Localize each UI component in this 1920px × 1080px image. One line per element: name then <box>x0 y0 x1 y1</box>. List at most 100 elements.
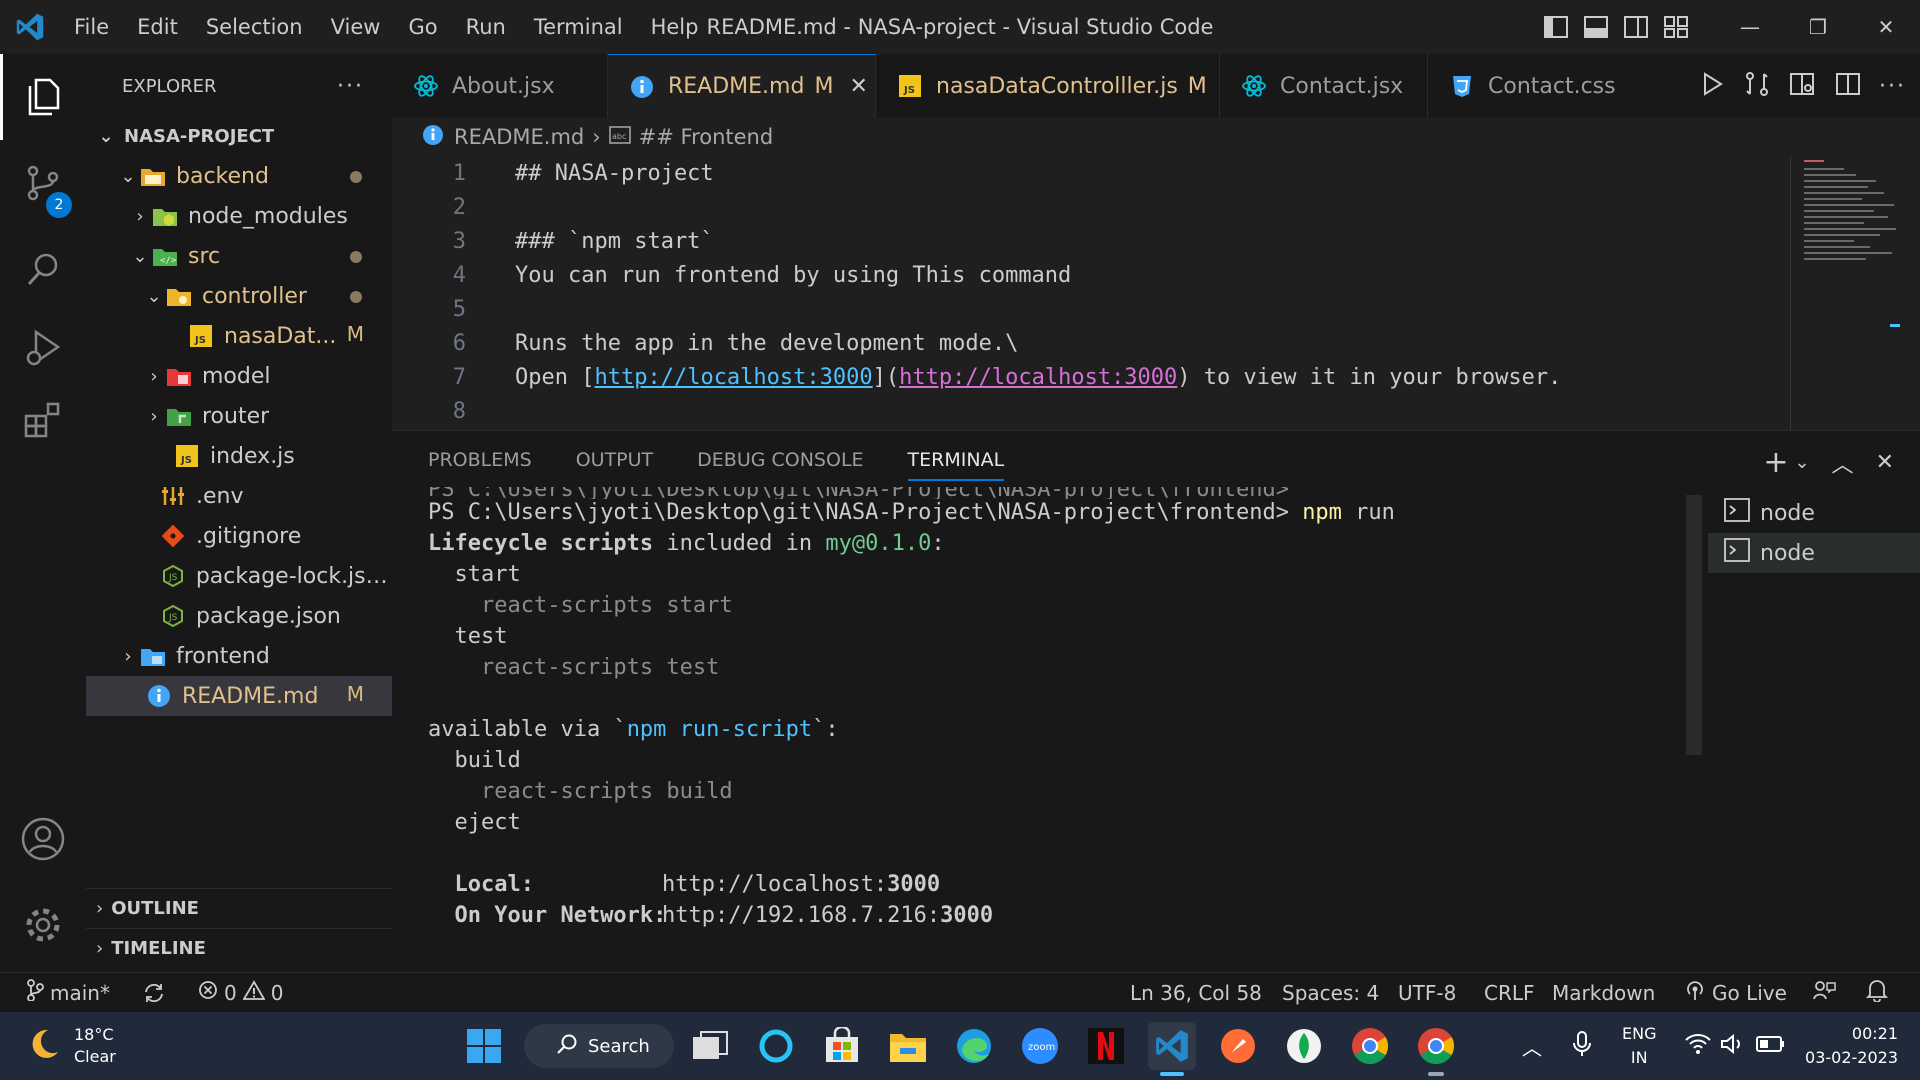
eol-status[interactable]: CRLF <box>1484 981 1535 1005</box>
tab-contact-css[interactable]: Contact.css <box>1428 54 1638 118</box>
language-mode[interactable]: Markdown <box>1552 981 1655 1005</box>
account-icon[interactable] <box>0 796 86 882</box>
menu-selection[interactable]: Selection <box>192 0 317 54</box>
more-actions-icon[interactable]: ··· <box>337 74 364 99</box>
vscode-taskbar-icon[interactable] <box>1148 1022 1196 1076</box>
code-editor[interactable]: 1 ## NASA-project 2 3 ### `npm start` 4 … <box>392 156 1920 430</box>
toggle-sidebar-icon[interactable] <box>1536 0 1576 54</box>
terminal-instance[interactable]: node <box>1708 493 1920 533</box>
tree-item-model[interactable]: › model <box>86 356 392 396</box>
minimize-icon[interactable]: — <box>1716 0 1784 54</box>
chevron-up-icon[interactable]: ︿ <box>1522 1032 1542 1061</box>
restore-icon[interactable]: ❐ <box>1784 0 1852 54</box>
indentation-status[interactable]: Spaces: 4 <box>1282 981 1379 1005</box>
cursor-position[interactable]: Ln 36, Col 58 <box>1130 981 1262 1005</box>
menu-view[interactable]: View <box>317 0 395 54</box>
microphone-icon[interactable] <box>1572 1030 1592 1062</box>
timeline-section[interactable]: › TIMELINE <box>86 928 392 968</box>
tree-item-backend[interactable]: ⌄ backend <box>86 156 392 196</box>
clock[interactable]: 00:21 03-02-2023 <box>1800 1022 1898 1070</box>
terminal-output[interactable]: PS C:\Users\jyoti\Desktop\git\NASA-Proje… <box>428 487 1758 967</box>
tab-problems[interactable]: PROBLEMS <box>428 449 532 481</box>
windows-start-icon[interactable] <box>460 1022 508 1070</box>
more-actions-icon[interactable]: ··· <box>1879 74 1906 99</box>
tree-item-package-lock[interactable]: JS package-lock.json <box>86 556 392 596</box>
tree-item-controller[interactable]: ⌄ controller <box>86 276 392 316</box>
tree-item-gitignore[interactable]: .gitignore <box>86 516 392 556</box>
terminal-instance[interactable]: node <box>1708 533 1920 573</box>
menu-terminal[interactable]: Terminal <box>520 0 637 54</box>
tree-item-frontend[interactable]: › frontend <box>86 636 392 676</box>
menu-go[interactable]: Go <box>394 0 451 54</box>
explorer-icon[interactable] <box>0 54 86 140</box>
tab-nasa-data-controller[interactable]: JS nasaDataControlller.js M <box>876 54 1220 118</box>
microsoft-store-icon[interactable] <box>818 1022 866 1070</box>
tab-contact-jsx[interactable]: Contact.jsx <box>1220 54 1428 118</box>
menu-file[interactable]: File <box>60 0 123 54</box>
markdown-link-text[interactable]: http://localhost:3000 <box>594 365 872 390</box>
maximize-panel-icon[interactable]: ︿ <box>1832 447 1854 479</box>
customize-layout-icon[interactable] <box>1656 0 1696 54</box>
split-editor-icon[interactable] <box>1835 71 1861 101</box>
toggle-secondary-sidebar-icon[interactable] <box>1616 0 1656 54</box>
menu-run[interactable]: Run <box>452 0 520 54</box>
chrome-icon[interactable] <box>1346 1022 1394 1070</box>
tab-debug-console[interactable]: DEBUG CONSOLE <box>697 449 863 481</box>
problems-status[interactable]: 0 0 <box>198 980 283 1005</box>
battery-icon[interactable] <box>1756 1034 1786 1058</box>
close-window-icon[interactable]: ✕ <box>1852 0 1920 54</box>
open-preview-icon[interactable] <box>1789 71 1817 101</box>
tree-item-package-json[interactable]: JS package.json <box>86 596 392 636</box>
search-icon[interactable] <box>0 226 86 312</box>
task-view-icon[interactable] <box>686 1022 734 1070</box>
sync-icon[interactable] <box>142 982 166 1004</box>
markdown-link-url[interactable]: http://localhost:3000 <box>899 365 1177 390</box>
wifi-icon[interactable] <box>1684 1032 1712 1060</box>
taskbar-search[interactable]: Search <box>524 1024 674 1068</box>
tree-item-readme[interactable]: README.md M <box>86 676 392 716</box>
tab-readme[interactable]: README.md M ✕ <box>608 54 876 118</box>
netflix-icon[interactable] <box>1082 1022 1130 1070</box>
tree-item-env[interactable]: .env <box>86 476 392 516</box>
tree-item-index-js[interactable]: JS index.js <box>86 436 392 476</box>
tree-item-nasa-data-controller[interactable]: JS nasaDat... M <box>86 316 392 356</box>
gear-icon[interactable] <box>0 882 86 968</box>
explorer-root-folder[interactable]: ⌄ NASA-PROJECT <box>86 116 392 156</box>
close-panel-icon[interactable]: ✕ <box>1876 450 1894 475</box>
run-icon[interactable] <box>1699 71 1725 101</box>
close-tab-icon[interactable]: ✕ <box>849 74 867 99</box>
branch-status[interactable]: main* <box>26 979 110 1006</box>
outline-section[interactable]: › OUTLINE <box>86 888 392 928</box>
minimap[interactable] <box>1790 156 1900 430</box>
chrome-profile-icon[interactable] <box>1412 1022 1460 1076</box>
toggle-panel-icon[interactable] <box>1576 0 1616 54</box>
tree-item-router[interactable]: › router <box>86 396 392 436</box>
compare-changes-icon[interactable] <box>1743 70 1771 102</box>
input-language[interactable]: ENG IN <box>1622 1022 1656 1070</box>
zoom-icon[interactable]: zoom <box>1016 1022 1064 1070</box>
volume-icon[interactable] <box>1720 1032 1746 1060</box>
tab-output[interactable]: OUTPUT <box>576 449 653 481</box>
bell-icon[interactable] <box>1865 978 1889 1007</box>
feedback-icon[interactable] <box>1812 979 1836 1006</box>
tree-item-src[interactable]: ⌄ </> src <box>86 236 392 276</box>
edge-icon[interactable] <box>950 1022 998 1070</box>
cortana-icon[interactable] <box>752 1022 800 1070</box>
terminal-scrollbar[interactable] <box>1686 495 1702 755</box>
chevron-down-icon[interactable]: ⌄ <box>1794 452 1809 473</box>
source-control-icon[interactable]: 2 <box>0 140 86 226</box>
go-live-button[interactable]: Go Live <box>1684 979 1787 1006</box>
tab-terminal[interactable]: TERMINAL <box>907 449 1005 481</box>
tree-item-node-modules[interactable]: › node_modules <box>86 196 392 236</box>
postman-icon[interactable] <box>1214 1022 1262 1070</box>
menu-help[interactable]: Help <box>637 0 713 54</box>
breadcrumb-file[interactable]: README.md <box>454 125 584 149</box>
file-explorer-icon[interactable] <box>884 1022 932 1070</box>
weather-widget[interactable]: 18°C Clear <box>26 1024 116 1068</box>
new-terminal-icon[interactable]: + <box>1763 445 1788 480</box>
encoding-status[interactable]: UTF-8 <box>1398 981 1456 1005</box>
mongodb-compass-icon[interactable] <box>1280 1022 1328 1070</box>
breadcrumb-symbol[interactable]: ## Frontend <box>639 125 774 149</box>
tab-about-jsx[interactable]: About.jsx <box>392 54 608 118</box>
menu-edit[interactable]: Edit <box>123 0 192 54</box>
